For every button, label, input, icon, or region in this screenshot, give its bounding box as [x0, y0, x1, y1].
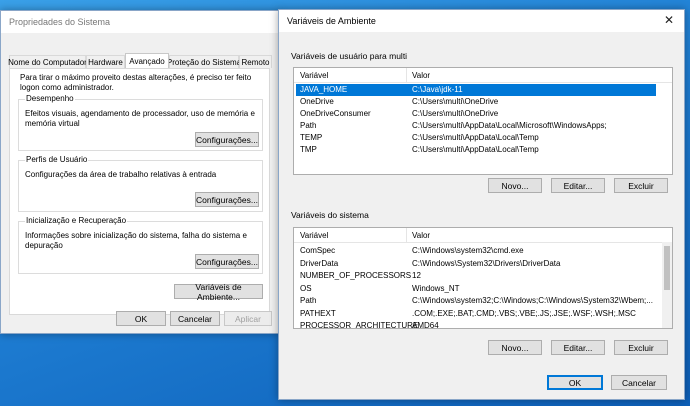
environment-variables-titlebar[interactable]: Variáveis de Ambiente ✕	[279, 10, 684, 32]
table-row[interactable]: OneDriveConsumer C:\Users\multi\OneDrive	[296, 108, 656, 120]
system-properties-titlebar[interactable]: Propriedades do Sistema	[1, 11, 279, 33]
user-profiles-label: Perfis de Usuário	[25, 155, 89, 164]
table-row[interactable]: Path C:\Users\multi\AppData\Local\Microso…	[296, 120, 656, 132]
system-variables-scrollbar[interactable]	[662, 242, 672, 328]
variable-name: ComSpec	[300, 246, 336, 255]
user-variables-list[interactable]: Variável Valor JAVA_HOME C:\Java\jdk-11 On…	[293, 67, 673, 175]
startup-recovery-group: Inicialização e Recuperação Informações …	[18, 216, 263, 274]
column-divider[interactable]	[406, 68, 407, 82]
system-variables-title: Variáveis do sistema	[291, 210, 369, 220]
system-variables-header: Variável Valor	[294, 228, 672, 243]
table-row[interactable]: TMP C:\Users\multi\AppData\Local\Temp	[296, 144, 656, 156]
system-new-button[interactable]: Novo...	[488, 340, 542, 355]
environment-variables-window: Variáveis de Ambiente ✕ Variáveis de usu…	[278, 9, 685, 400]
tab-remote[interactable]: Remoto	[239, 55, 272, 68]
admin-note: Para tirar o máximo proveito destas alte…	[20, 73, 252, 92]
variable-name: OS	[300, 283, 312, 293]
performance-group: Desempenho Efeitos visuais, agendamento …	[18, 94, 263, 151]
variable-name: PATHEXT	[300, 308, 336, 318]
variable-name: NUMBER_OF_PROCESSORS	[300, 271, 412, 280]
system-properties-window: Propriedades do Sistema Nome do Computad…	[0, 10, 280, 334]
table-row[interactable]: NUMBER_OF_PROCESSORS 12	[296, 270, 660, 282]
table-row[interactable]: PATHEXT .COM;.EXE;.BAT;.CMD;.VBS;.VBE;.JS…	[296, 308, 660, 320]
variable-name: Path	[300, 121, 317, 130]
user-edit-button[interactable]: Editar...	[551, 178, 605, 193]
close-icon[interactable]: ✕	[664, 14, 674, 26]
variable-value: C:\Users\multi\AppData\Local\Temp	[412, 145, 539, 154]
system-variables-list[interactable]: Variável Valor ComSpec C:\Windows\system3…	[293, 227, 673, 329]
variable-value: C:\Users\multi\OneDrive	[412, 97, 499, 106]
variable-name: PROCESSOR_ARCHITECTURE	[300, 321, 419, 329]
table-row[interactable]: TEMP C:\Users\multi\AppData\Local\Temp	[296, 132, 656, 144]
startup-recovery-text: Informações sobre inicialização do siste…	[25, 231, 247, 250]
variable-value: AMD64	[412, 321, 439, 329]
system-col-value[interactable]: Valor	[412, 231, 430, 240]
environment-variables-button[interactable]: Variáveis de Ambiente...	[174, 282, 263, 302]
user-delete-button[interactable]: Excluir	[614, 178, 668, 193]
system-properties-title: Propriedades do Sistema	[9, 17, 111, 27]
variable-name: OneDrive	[300, 97, 334, 106]
table-row[interactable]: OneDrive C:\Users\multi\OneDrive	[296, 96, 656, 108]
column-divider[interactable]	[406, 228, 407, 242]
variable-name: JAVA_HOME	[300, 85, 348, 94]
startup-recovery-label: Inicialização e Recuperação	[25, 216, 128, 225]
sysprops-cancel-button[interactable]: Cancelar	[170, 311, 220, 326]
scrollbar-thumb[interactable]	[664, 246, 670, 290]
table-row[interactable]: JAVA_HOME C:\Java\jdk-11	[296, 84, 656, 96]
variable-value: C:\Users\multi\AppData\Local\Microsoft\W…	[412, 121, 607, 130]
user-new-button[interactable]: Novo...	[488, 178, 542, 193]
variable-value: C:\Java\jdk-11	[412, 85, 463, 94]
variable-value: C:\Windows\System32\Drivers\DriverData	[412, 258, 561, 268]
variable-name: TMP	[300, 145, 317, 154]
variable-value: C:\Users\multi\OneDrive	[412, 109, 499, 118]
tab-advanced[interactable]: Avançado	[125, 53, 169, 68]
variable-name: TEMP	[300, 133, 323, 142]
table-row[interactable]: OS Windows_NT	[296, 283, 660, 295]
variable-name: DriverData	[300, 258, 339, 268]
sysprops-apply-button: Aplicar	[224, 311, 272, 326]
variable-name: OneDriveConsumer	[300, 109, 371, 118]
user-profiles-settings-button[interactable]: Configurações...	[195, 192, 259, 207]
environment-variables-title: Variáveis de Ambiente	[287, 16, 376, 26]
envvars-ok-button[interactable]: OK	[547, 375, 603, 390]
sysprops-ok-button[interactable]: OK	[116, 311, 166, 326]
table-row[interactable]: DriverData C:\Windows\System32\Drivers\Dr…	[296, 258, 660, 270]
variable-value: Windows_NT	[412, 283, 460, 293]
tab-hardware[interactable]: Hardware	[86, 55, 125, 68]
user-variables-header: Variável Valor	[294, 68, 672, 83]
tab-computer-name[interactable]: Nome do Computador	[8, 55, 87, 68]
variable-value: C:\Windows\system32;C:\Windows;C:\Window…	[412, 296, 653, 305]
user-col-value[interactable]: Valor	[412, 71, 430, 80]
variable-value: 12	[412, 271, 421, 280]
system-delete-button[interactable]: Excluir	[614, 340, 668, 355]
system-col-variable[interactable]: Variável	[300, 231, 328, 240]
table-row[interactable]: ComSpec C:\Windows\system32\cmd.exe	[296, 245, 660, 257]
user-variables-title: Variáveis de usuário para multi	[291, 51, 408, 61]
table-row[interactable]: PROCESSOR_ARCHITECTURE AMD64	[296, 320, 660, 329]
user-profiles-group: Perfis de Usuário Configurações da área …	[18, 155, 263, 212]
system-edit-button[interactable]: Editar...	[551, 340, 605, 355]
user-col-variable[interactable]: Variável	[300, 71, 328, 80]
envvars-cancel-button[interactable]: Cancelar	[611, 375, 667, 390]
variable-value: C:\Windows\system32\cmd.exe	[412, 246, 524, 255]
advanced-tab-panel: Para tirar o máximo proveito destas alte…	[9, 68, 270, 315]
user-profiles-text: Configurações da área de trabalho relati…	[25, 170, 217, 179]
variable-value: .COM;.EXE;.BAT;.CMD;.VBS;.VBE;.JS;.JSE;.…	[412, 308, 636, 318]
table-row[interactable]: Path C:\Windows\system32;C:\Windows;C:\Wi…	[296, 295, 660, 307]
performance-settings-button[interactable]: Configurações...	[195, 132, 259, 147]
startup-recovery-settings-button[interactable]: Configurações...	[195, 254, 259, 269]
performance-text: Efeitos visuais, agendamento de processa…	[25, 109, 255, 128]
variable-name: Path	[300, 296, 317, 305]
performance-label: Desempenho	[25, 94, 75, 103]
variable-value: C:\Users\multi\AppData\Local\Temp	[412, 133, 539, 142]
tab-system-protection[interactable]: Proteção do Sistema	[167, 55, 241, 68]
